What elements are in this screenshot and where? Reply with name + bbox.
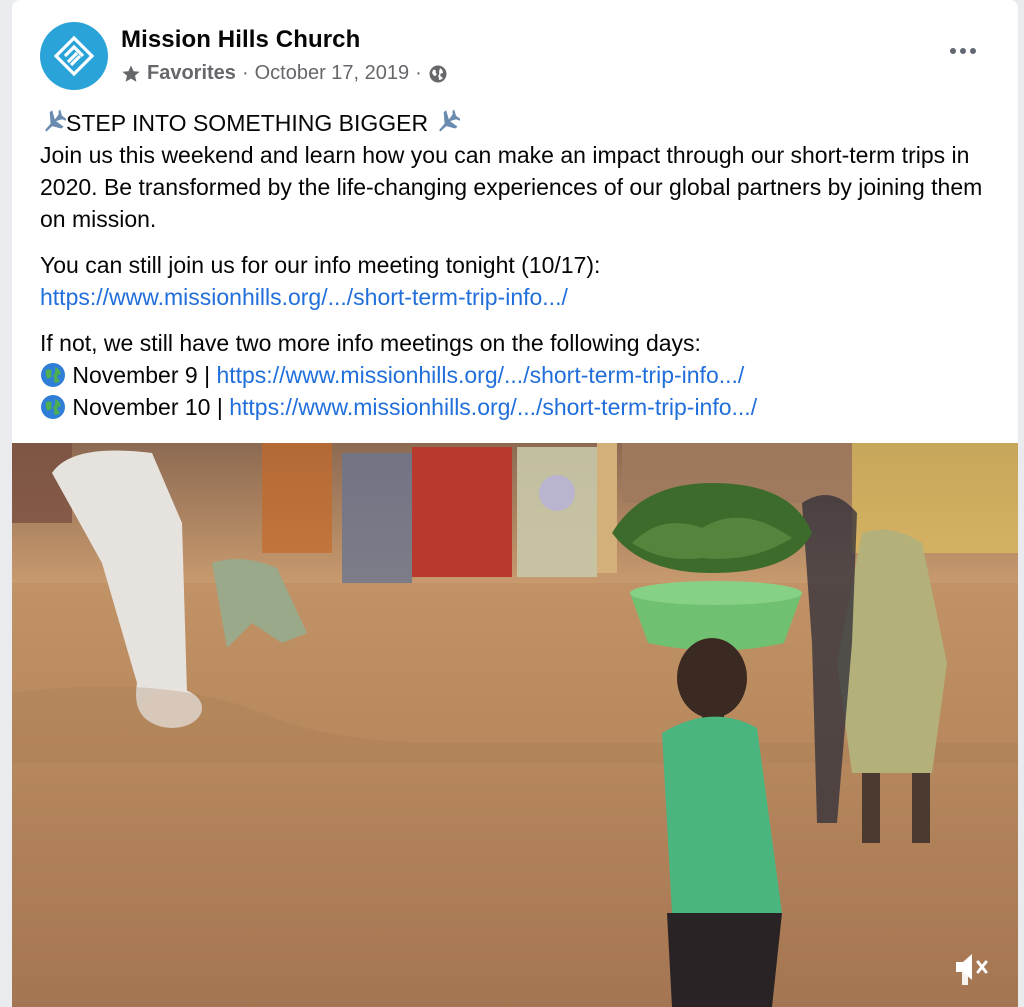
post-headline: STEP INTO SOMETHING BIGGER (40, 107, 1000, 139)
post-header: Mission Hills Church Favorites · October… (40, 22, 998, 92)
page-avatar[interactable] (40, 22, 108, 90)
post-paragraph: Join us this weekend and learn how you c… (40, 142, 983, 232)
meeting-date: November 9 (72, 362, 198, 388)
girl-head (677, 638, 747, 718)
post-body: STEP INTO SOMETHING BIGGER Join us this … (40, 107, 1000, 423)
airplane-icon (439, 109, 462, 132)
globe-emoji-icon (41, 363, 65, 387)
muted-speaker-icon (956, 954, 988, 980)
post-card: Mission Hills Church Favorites · October… (12, 0, 1018, 1007)
meeting-separator: | (216, 394, 223, 420)
info-meeting-link[interactable]: https://www.missionhills.org/.../short-t… (40, 284, 568, 310)
church-logo-icon (53, 35, 95, 77)
mute-button[interactable] (952, 947, 992, 987)
audience-label[interactable]: Favorites (147, 62, 236, 85)
post-meta: Favorites · October 17, 2019 · (121, 62, 448, 85)
meeting-separator: | (204, 362, 211, 388)
globe-emoji-icon (41, 395, 65, 419)
meta-separator: · (415, 62, 422, 84)
meeting-link[interactable]: https://www.missionhills.org/.../short-t… (229, 394, 757, 420)
airplane-icon (45, 109, 68, 132)
post-paragraph: If not, we still have two more info meet… (40, 330, 701, 356)
post-video[interactable] (12, 443, 1018, 1007)
meeting-line: November 9 | https://www.missionhills.or… (40, 359, 1000, 391)
red-cooler (412, 447, 512, 577)
meta-separator: · (241, 62, 249, 84)
globe-icon[interactable] (428, 64, 448, 84)
meeting-link[interactable]: https://www.missionhills.org/.../short-t… (216, 362, 744, 388)
more-options-button[interactable] (946, 40, 980, 62)
star-icon (122, 65, 140, 82)
meeting-line: November 10 | https://www.missionhills.o… (40, 391, 1000, 423)
post-date[interactable]: October 17, 2019 (255, 62, 410, 85)
post-author[interactable]: Mission Hills Church (121, 26, 360, 54)
headline-text: STEP INTO SOMETHING BIGGER (66, 110, 429, 136)
post-paragraph: You can still join us for our info meeti… (40, 252, 601, 278)
meeting-date: November 10 (72, 394, 211, 420)
